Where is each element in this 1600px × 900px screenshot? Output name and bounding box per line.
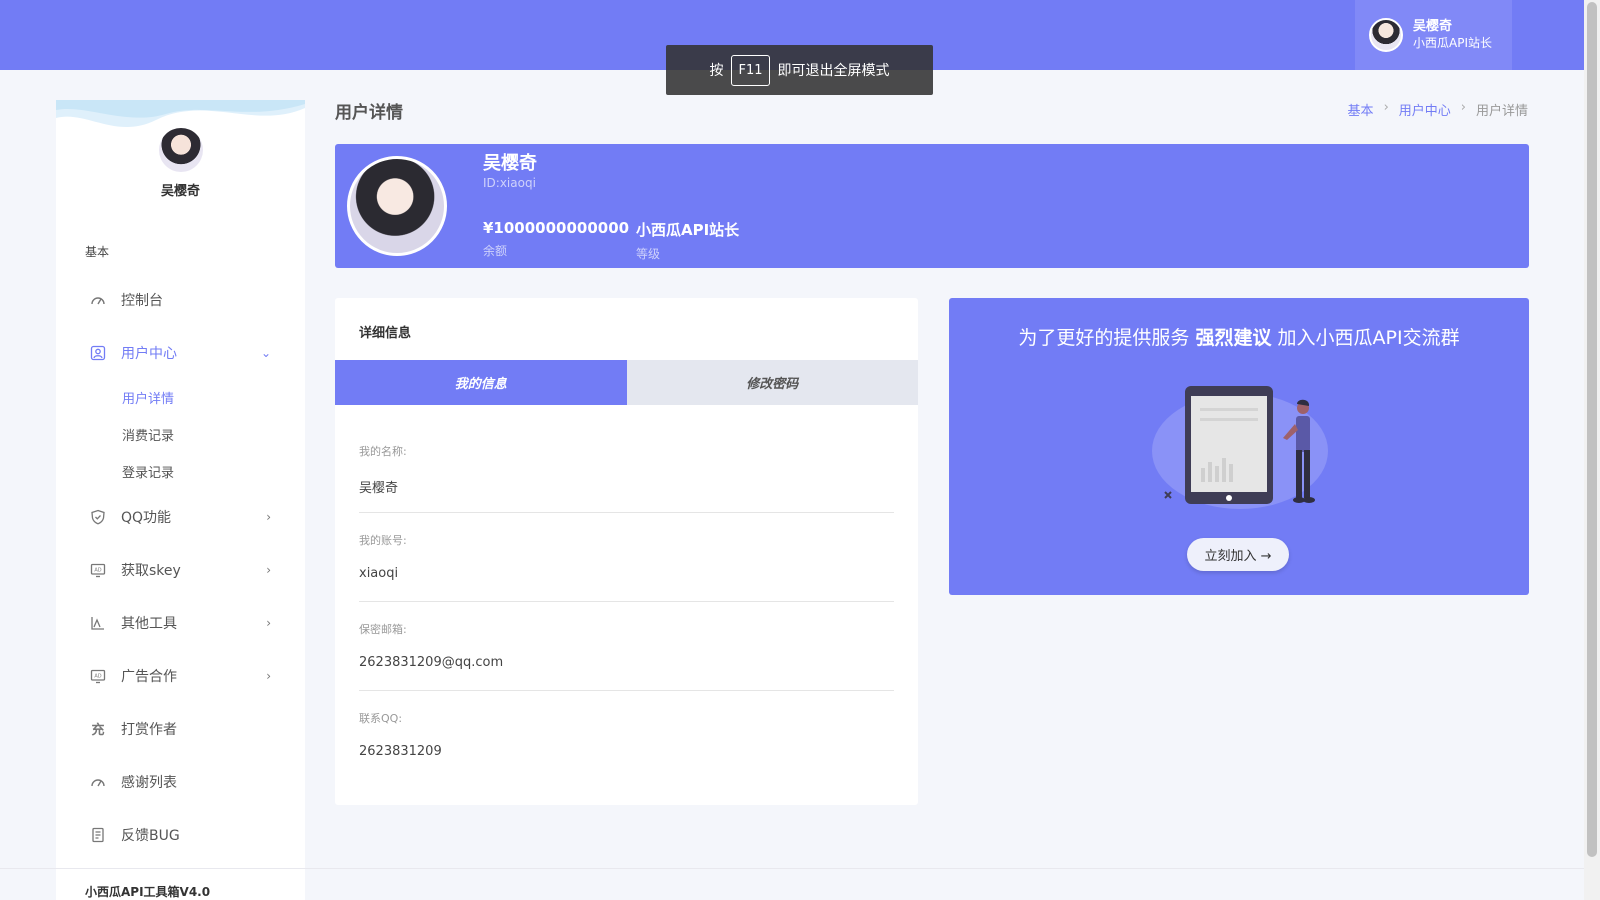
breadcrumb-separator: ›	[1383, 100, 1389, 115]
sidebar-item-ads[interactable]: AD 广告合作 ›	[56, 649, 305, 702]
dashboard-icon	[89, 291, 107, 309]
header-user-role: 小西瓜API站长	[1413, 36, 1492, 50]
sidebar-profile-name: 吴樱奇	[160, 184, 200, 199]
field-value: 2623831209@qq.com	[359, 655, 504, 670]
shield-icon	[89, 508, 107, 526]
scrollbar-thumb[interactable]	[1587, 2, 1597, 857]
fullscreen-toast: 按 F11 即可退出全屏模式	[666, 45, 933, 95]
sidebar-item-dashboard[interactable]: 控制台	[56, 273, 305, 326]
sidebar-item-label: 打赏作者	[121, 721, 177, 738]
level-stat: 小西瓜API站长 等级	[636, 219, 739, 262]
page-scrollbar[interactable]	[1584, 0, 1600, 900]
field-qq: 联系QQ: 2623831209	[359, 691, 894, 780]
promo-text-bold: 强烈建议	[1195, 327, 1272, 349]
breadcrumb-current: 用户详情	[1475, 104, 1528, 119]
sidebar-subitem-login-log[interactable]: 登录记录	[56, 453, 305, 490]
sidebar-item-skey[interactable]: AD 获取skey ›	[56, 543, 305, 596]
field-account: 我的账号: xiaoqi	[359, 513, 894, 602]
field-value: 2623831209	[359, 744, 442, 759]
svg-text:AD: AD	[94, 567, 101, 573]
field-label: 我的名称:	[359, 445, 407, 458]
detail-title: 详细信息	[359, 326, 412, 341]
profile-banner: 吴樱奇 ID:xiaoqi ¥1000000000000 余额 小西瓜API站长…	[335, 144, 1529, 268]
header-user-name: 吴樱奇	[1413, 19, 1453, 34]
balance-stat: ¥1000000000000 余额	[483, 219, 629, 259]
balance-value: ¥1000000000000	[483, 219, 630, 237]
avatar	[1369, 18, 1403, 52]
sidebar-item-label: 其他工具	[121, 615, 177, 632]
toast-prefix: 按	[709, 63, 724, 79]
breadcrumb-item[interactable]: 用户中心	[1399, 100, 1451, 119]
sidebar-item-label: 用户中心	[121, 345, 177, 362]
field-email: 保密邮箱: 2623831209@qq.com	[359, 602, 894, 691]
promo-text-before: 为了更好的提供服务	[1018, 327, 1196, 349]
toast-suffix: 即可退出全屏模式	[777, 63, 890, 79]
sidebar-item-donate[interactable]: 充 打赏作者	[56, 702, 305, 755]
page-title: 用户详情	[335, 103, 403, 123]
chevron-down-icon: ⌄	[260, 345, 271, 360]
breadcrumb-item[interactable]: 基本	[1348, 100, 1374, 119]
svg-text:AD: AD	[94, 673, 101, 679]
sidebar-subitem-consumption[interactable]: 消费记录	[56, 416, 305, 453]
sidebar-item-label: 广告合作	[121, 668, 177, 685]
level-label: 等级	[636, 247, 661, 261]
chevron-right-icon: ›	[266, 509, 271, 524]
toast-key: F11	[731, 54, 770, 86]
profile-id: ID:xiaoqi	[483, 176, 536, 190]
sidebar-item-label: 反馈BUG	[121, 827, 180, 844]
level-value: 小西瓜API站长	[636, 221, 740, 239]
sidebar-footer: 小西瓜API工具箱V4.0	[85, 885, 211, 899]
field-label: 保密邮箱:	[359, 623, 407, 636]
sidebar-item-thanks[interactable]: 感谢列表	[56, 755, 305, 808]
breadcrumb-separator: ›	[1460, 100, 1466, 115]
tab-my-info[interactable]: 我的信息	[335, 360, 627, 405]
chevron-right-icon: ›	[266, 615, 271, 630]
profile-name: 吴樱奇	[483, 153, 537, 174]
balance-label: 余额	[483, 244, 508, 258]
dashboard-icon	[89, 773, 107, 791]
charge-icon: 充	[91, 723, 105, 738]
profile-avatar	[347, 156, 447, 256]
ad-icon: AD	[89, 667, 107, 685]
promo-text: 为了更好的提供服务 强烈建议 加入小西瓜API交流群	[949, 323, 1529, 350]
tablet-illustration	[1152, 386, 1328, 509]
footer-divider	[0, 868, 1584, 869]
chart-icon	[89, 614, 107, 632]
sidebar-item-qq[interactable]: QQ功能 ›	[56, 490, 305, 543]
tab-change-password[interactable]: 修改密码	[626, 360, 918, 405]
sidebar-item-label: QQ功能	[121, 509, 172, 526]
promo-text-after: 加入小西瓜API交流群	[1271, 327, 1460, 349]
join-now-button[interactable]: 立刻加入 →	[1187, 538, 1289, 571]
chevron-right-icon: ›	[266, 668, 271, 683]
detail-tabs: 我的信息 修改密码	[335, 360, 918, 405]
sidebar-item-label: 感谢列表	[121, 774, 177, 791]
field-label: 我的账号:	[359, 534, 407, 547]
sidebar-item-tools[interactable]: 其他工具 ›	[56, 596, 305, 649]
field-value: xiaoqi	[359, 566, 399, 581]
sidebar: 吴樱奇 基本 控制台 用户中心 ⌄ 用户详情 消费记录 登录记录 QQ功能 › …	[56, 100, 305, 900]
join-group-card: 为了更好的提供服务 强烈建议 加入小西瓜API交流群 立刻加入 →	[949, 298, 1529, 595]
sidebar-item-feedback[interactable]: 反馈BUG	[56, 808, 305, 861]
sidebar-item-label: 获取skey	[121, 562, 181, 579]
detail-card: 详细信息 我的信息 修改密码 我的名称: 吴樱奇 我的账号: xiaoqi 保密…	[335, 298, 918, 805]
field-value: 吴樱奇	[359, 481, 399, 496]
user-icon	[89, 344, 107, 362]
ad-icon: AD	[89, 561, 107, 579]
sidebar-section-title: 基本	[85, 245, 110, 259]
chevron-right-icon: ›	[266, 562, 271, 577]
sidebar-item-user-center[interactable]: 用户中心 ⌄	[56, 326, 305, 379]
user-menu[interactable]: 吴樱奇 小西瓜API站长	[1355, 0, 1512, 70]
sidebar-subitem-user-detail[interactable]: 用户详情	[56, 379, 305, 416]
breadcrumb: 基本 › 用户中心 › 用户详情	[1348, 100, 1528, 119]
sidebar-avatar[interactable]	[158, 128, 203, 172]
field-label: 联系QQ:	[359, 712, 403, 725]
sidebar-item-label: 控制台	[121, 292, 163, 309]
report-icon	[89, 826, 107, 844]
field-name: 我的名称: 吴樱奇	[359, 405, 894, 513]
